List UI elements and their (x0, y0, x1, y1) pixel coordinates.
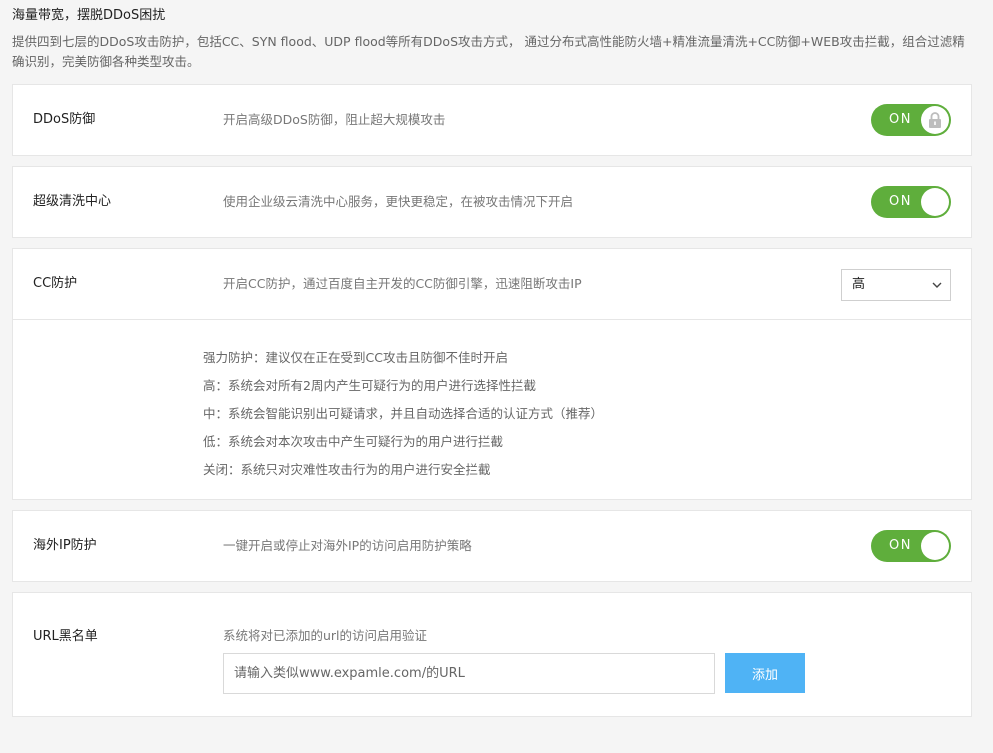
overseas-toggle-knob (921, 532, 949, 560)
scrubbing-toggle-knob (921, 188, 949, 216)
cc-level-item: 低：系统会对本次攻击中产生可疑行为的用户进行拦截 (203, 434, 504, 449)
cc-level-list: 强力防护：建议仅在正在受到CC攻击且防御不佳时开启 高：系统会对所有2周内产生可… (13, 320, 971, 506)
ddos-toggle[interactable]: ON (871, 104, 951, 136)
cc-level-item: 中：系统会智能识别出可疑请求，并且自动选择合适的认证方式（推荐） (203, 406, 604, 421)
scrubbing-desc: 使用企业级云清洗中心服务，更快更稳定，在被攻击情况下开启 (223, 194, 574, 209)
lock-icon (929, 112, 941, 128)
cc-desc: 开启CC防护，通过百度自主开发的CC防御引擎，迅速阻断攻击IP (223, 276, 582, 291)
url-input[interactable] (223, 653, 715, 694)
cc-level-item: 高：系统会对所有2周内产生可疑行为的用户进行选择性拦截 (203, 378, 536, 393)
url-blacklist-card: URL黑名单 系统将对已添加的url的访问启用验证 添加 (12, 592, 972, 717)
url-blacklist-desc: 系统将对已添加的url的访问启用验证 (223, 628, 428, 643)
cc-level-item: 强力防护：建议仅在正在受到CC攻击且防御不佳时开启 (203, 350, 508, 365)
overseas-toggle[interactable]: ON (871, 530, 951, 562)
ddos-row: DDoS防御 开启高级DDoS防御，阻止超大规模攻击 ON (13, 85, 971, 155)
overseas-row: 海外IP防护 一键开启或停止对海外IP的访问启用防护策略 ON (13, 511, 971, 581)
scrubbing-label: 超级清洗中心 (33, 194, 112, 209)
page-title: 海量带宽，摆脱DDoS困扰 (12, 8, 166, 23)
url-blacklist-label: URL黑名单 (33, 629, 98, 644)
overseas-label: 海外IP防护 (33, 538, 97, 553)
overseas-toggle-text: ON (889, 538, 912, 553)
ddos-toggle-knob (921, 106, 949, 134)
cc-level-value: 高 (852, 277, 866, 292)
scrubbing-row: 超级清洗中心 使用企业级云清洗中心服务，更快更稳定，在被攻击情况下开启 ON (13, 167, 971, 237)
cc-level-select[interactable]: 高 (841, 269, 951, 301)
overseas-desc: 一键开启或停止对海外IP的访问启用防护策略 (223, 538, 472, 553)
cc-level-item: 关闭：系统只对灾难性攻击行为的用户进行安全拦截 (203, 462, 491, 477)
ddos-desc: 开启高级DDoS防御，阻止超大规模攻击 (223, 112, 446, 127)
chevron-down-icon (932, 282, 942, 288)
ddos-card: DDoS防御 开启高级DDoS防御，阻止超大规模攻击 ON (12, 84, 972, 156)
scrubbing-toggle[interactable]: ON (871, 186, 951, 218)
add-url-button[interactable]: 添加 (725, 653, 805, 693)
cc-label: CC防护 (33, 276, 78, 291)
scrubbing-card: 超级清洗中心 使用企业级云清洗中心服务，更快更稳定，在被攻击情况下开启 ON (12, 166, 972, 238)
cc-row: CC防护 开启CC防护，通过百度自主开发的CC防御引擎，迅速阻断攻击IP 高 (13, 249, 971, 319)
page-description: 提供四到七层的DDoS攻击防护，包括CC、SYN flood、UDP flood… (12, 34, 965, 69)
ddos-toggle-text: ON (889, 112, 912, 127)
cc-card: CC防护 开启CC防护，通过百度自主开发的CC防御引擎，迅速阻断攻击IP 高 强… (12, 248, 972, 500)
scrubbing-toggle-text: ON (889, 194, 912, 209)
overseas-card: 海外IP防护 一键开启或停止对海外IP的访问启用防护策略 ON (12, 510, 972, 582)
ddos-label: DDoS防御 (33, 112, 96, 127)
